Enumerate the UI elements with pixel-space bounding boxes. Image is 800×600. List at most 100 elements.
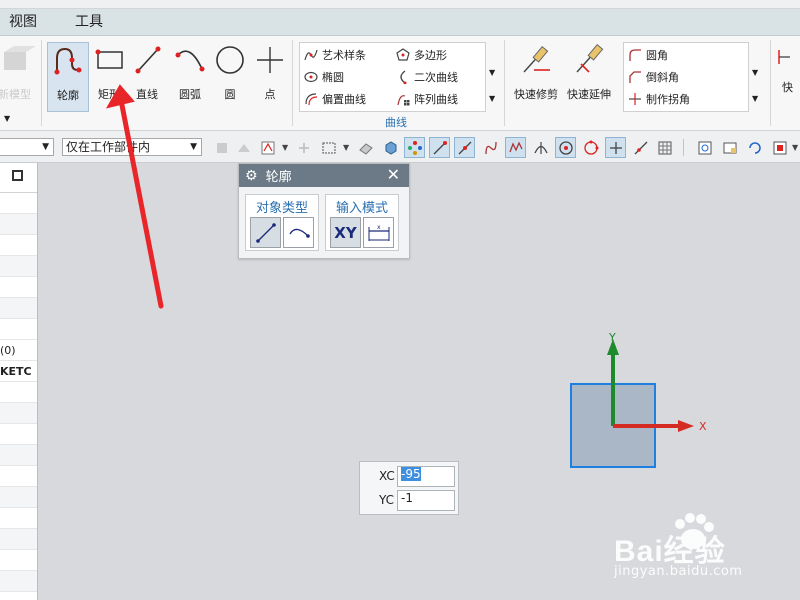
make-corner-item[interactable]: 制作拐角: [628, 89, 690, 109]
rectangle-button[interactable]: 矩形: [88, 42, 130, 112]
studio-spline-icon: [304, 48, 318, 62]
pattern-curve-item[interactable]: 阵列曲线: [396, 89, 458, 109]
nav-row[interactable]: (0): [0, 340, 37, 361]
input-mode-section: 输入模式 XY x: [325, 194, 399, 251]
nav-row[interactable]: [0, 403, 37, 424]
rectangle-label: 矩形: [98, 88, 120, 101]
snap-curve-icon[interactable]: [480, 137, 501, 158]
quick-extend-button[interactable]: 快速延伸: [564, 42, 614, 112]
snap-center-icon[interactable]: [555, 137, 576, 158]
arc-button[interactable]: 圆弧: [169, 42, 211, 112]
polygon-item[interactable]: 多边形: [396, 45, 447, 65]
coordinate-input-box: XC -95 YC -1: [359, 461, 459, 515]
nav-row[interactable]: [0, 550, 37, 571]
object-type-line-button[interactable]: [250, 217, 281, 248]
snap-options-caret[interactable]: ▼: [282, 143, 288, 152]
view-zoom-icon[interactable]: [719, 137, 740, 158]
make-corner-icon: [628, 92, 642, 106]
select-body-icon[interactable]: [233, 137, 254, 158]
nav-row[interactable]: [0, 256, 37, 277]
svg-text:x: x: [377, 224, 381, 231]
new-model-ghost: 新模型: [0, 44, 40, 114]
fillet-item[interactable]: 圆角: [628, 45, 668, 65]
nav-row[interactable]: [0, 319, 37, 340]
far-right-button[interactable]: [776, 46, 794, 73]
nav-row-sketch[interactable]: KETC: [0, 361, 37, 382]
xc-input[interactable]: -95: [397, 466, 455, 487]
view-rotate-icon[interactable]: [744, 137, 765, 158]
snap-control-icon[interactable]: [505, 137, 526, 158]
nav-row[interactable]: [0, 529, 37, 550]
profile-dialog: ⚙ 轮廓 ✕ 对象类型 输入模式 XY x: [238, 163, 410, 259]
box-select-caret[interactable]: ▼: [343, 143, 349, 152]
menu-bar: 视图 工具: [0, 9, 800, 36]
nav-row[interactable]: [0, 298, 37, 319]
nav-row[interactable]: [0, 193, 37, 214]
input-mode-xy-button[interactable]: XY: [330, 217, 361, 248]
gear-icon[interactable]: ⚙: [245, 168, 258, 184]
line-type-icon: [255, 222, 276, 243]
snap-all-icon[interactable]: [404, 137, 425, 158]
yc-input[interactable]: -1: [397, 490, 455, 511]
chamfer-item[interactable]: 倒斜角: [628, 67, 679, 87]
type-filter-combo[interactable]: ▼: [0, 138, 54, 156]
xc-value: -95: [401, 467, 421, 481]
snap-endpoint-icon[interactable]: [429, 137, 450, 158]
curve-group-label: 曲线: [385, 116, 407, 129]
nav-row[interactable]: [0, 424, 37, 445]
box-select-icon[interactable]: [318, 137, 339, 158]
eraser-icon[interactable]: [355, 137, 376, 158]
point-icon: [257, 47, 283, 73]
view-fit-icon[interactable]: [694, 137, 715, 158]
studio-spline-item[interactable]: 艺术样条: [304, 45, 366, 65]
curve-panel-scroll[interactable]: ▼ ▼: [489, 42, 499, 112]
solid-select-icon[interactable]: [380, 137, 401, 158]
point-button[interactable]: 点: [249, 42, 291, 112]
view-orient-icon[interactable]: [769, 137, 790, 158]
nav-row[interactable]: [0, 487, 37, 508]
yc-value: -1: [401, 491, 413, 505]
move-icon[interactable]: [293, 137, 314, 158]
object-type-arc-button[interactable]: [283, 217, 314, 248]
quick-trim-button[interactable]: 快速修剪: [511, 42, 561, 112]
corner-panel: 圆角 倒斜角 制作拐角: [623, 42, 749, 112]
corner-panel-scroll[interactable]: ▼ ▼: [752, 42, 762, 112]
nav-row[interactable]: [0, 277, 37, 298]
circle-button[interactable]: 圆: [209, 42, 251, 112]
nav-row[interactable]: [0, 214, 37, 235]
menu-view[interactable]: 视图: [0, 9, 47, 36]
nav-row[interactable]: [0, 235, 37, 256]
snap-intersection-icon[interactable]: [530, 137, 551, 158]
nav-row[interactable]: [0, 508, 37, 529]
nav-row[interactable]: [0, 445, 37, 466]
conic-item[interactable]: 二次曲线: [396, 67, 458, 87]
select-feature-icon[interactable]: [211, 137, 232, 158]
snap-midpoint-icon[interactable]: [454, 137, 475, 158]
profile-button[interactable]: 轮廓: [47, 42, 89, 112]
nav-row[interactable]: [0, 571, 37, 592]
maximize-icon[interactable]: [12, 170, 23, 181]
nav-row[interactable]: [0, 382, 37, 403]
close-icon[interactable]: ✕: [387, 167, 400, 183]
chamfer-icon: [628, 70, 642, 84]
object-type-section: 对象类型: [245, 194, 319, 251]
input-mode-parameter-button[interactable]: x: [363, 217, 394, 248]
title-bar: [0, 0, 800, 9]
snap-quadrant-icon[interactable]: [580, 137, 601, 158]
nav-row[interactable]: [0, 466, 37, 487]
menu-tools[interactable]: 工具: [65, 9, 113, 36]
grid-icon[interactable]: [654, 137, 675, 158]
part-navigator: (0) KETC: [0, 163, 38, 600]
snap-point-on-curve-icon[interactable]: [630, 137, 651, 158]
snap-options-icon[interactable]: [257, 137, 278, 158]
view-orient-caret[interactable]: ▼: [792, 143, 798, 152]
scope-combo[interactable]: 仅在工作部件内 ▼: [62, 138, 202, 156]
watermark-url: jingyan.baidu.com: [614, 564, 743, 579]
far-right-icon: [778, 50, 790, 64]
ribbon-left-caret[interactable]: ▼: [4, 114, 10, 123]
offset-curve-item[interactable]: 偏置曲线: [304, 89, 366, 109]
dialog-title-bar[interactable]: ⚙ 轮廓: [239, 164, 409, 187]
snap-existing-point-icon[interactable]: [605, 137, 626, 158]
line-button[interactable]: 直线: [126, 42, 168, 112]
ellipse-item[interactable]: 椭圆: [304, 67, 344, 87]
